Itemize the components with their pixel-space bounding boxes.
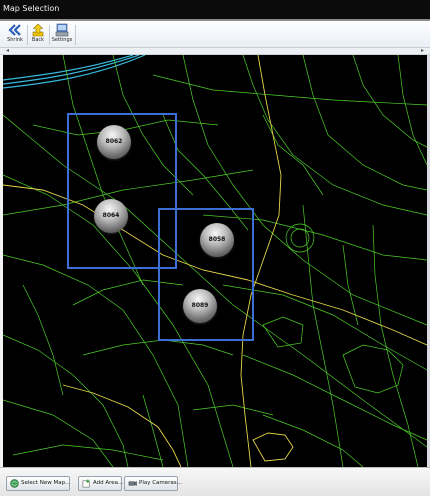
shrink-label: Shrink	[7, 37, 23, 43]
toolbar-separator	[75, 25, 76, 45]
settings-label: Settings	[51, 37, 73, 43]
camera-id-label: 8064	[102, 212, 120, 219]
play-cameras-label: Play Cameras...	[139, 480, 182, 486]
camera-marker[interactable]: 8058	[200, 223, 234, 257]
bottom-action-bar: Select New Map... Add Area... Play Camer…	[0, 467, 430, 496]
play-cameras-button[interactable]: Play Cameras...	[124, 476, 182, 491]
camera-icon	[128, 481, 137, 486]
select-new-map-label: Select New Map...	[21, 480, 71, 486]
scroll-left-icon[interactable]: ◂	[6, 47, 9, 54]
settings-button[interactable]: Settings	[50, 23, 74, 47]
camera-id-label: 8062	[105, 138, 123, 145]
select-new-map-button[interactable]: Select New Map...	[6, 476, 70, 491]
back-arrow-icon	[32, 23, 44, 37]
camera-marker[interactable]: 8089	[183, 289, 217, 323]
camera-id-label: 8058	[208, 236, 226, 243]
camera-marker[interactable]: 8062	[97, 125, 131, 159]
shrink-button[interactable]: Shrink	[4, 23, 26, 47]
toolbar: Shrink Back Settings	[0, 21, 430, 48]
horizontal-scrollbar[interactable]: ◂ ▸	[0, 47, 430, 55]
add-area-label: Add Area...	[93, 480, 124, 486]
map-canvas[interactable]: 8062 8064 8058 8089	[3, 55, 427, 467]
settings-icon	[55, 23, 69, 37]
back-label: Back	[31, 37, 45, 43]
add-area-icon	[82, 479, 90, 488]
scroll-right-icon[interactable]: ▸	[421, 47, 424, 54]
double-chevron-left-icon	[8, 24, 21, 36]
window-title-bar: Map Selection	[0, 0, 430, 19]
toolbar-separator	[27, 25, 28, 45]
add-area-button[interactable]: Add Area...	[78, 476, 124, 491]
camera-marker[interactable]: 8064	[94, 199, 128, 233]
camera-id-label: 8089	[191, 302, 209, 309]
back-button[interactable]: Back	[29, 23, 47, 47]
window-title: Map Selection	[3, 4, 60, 13]
globe-icon	[10, 479, 19, 488]
